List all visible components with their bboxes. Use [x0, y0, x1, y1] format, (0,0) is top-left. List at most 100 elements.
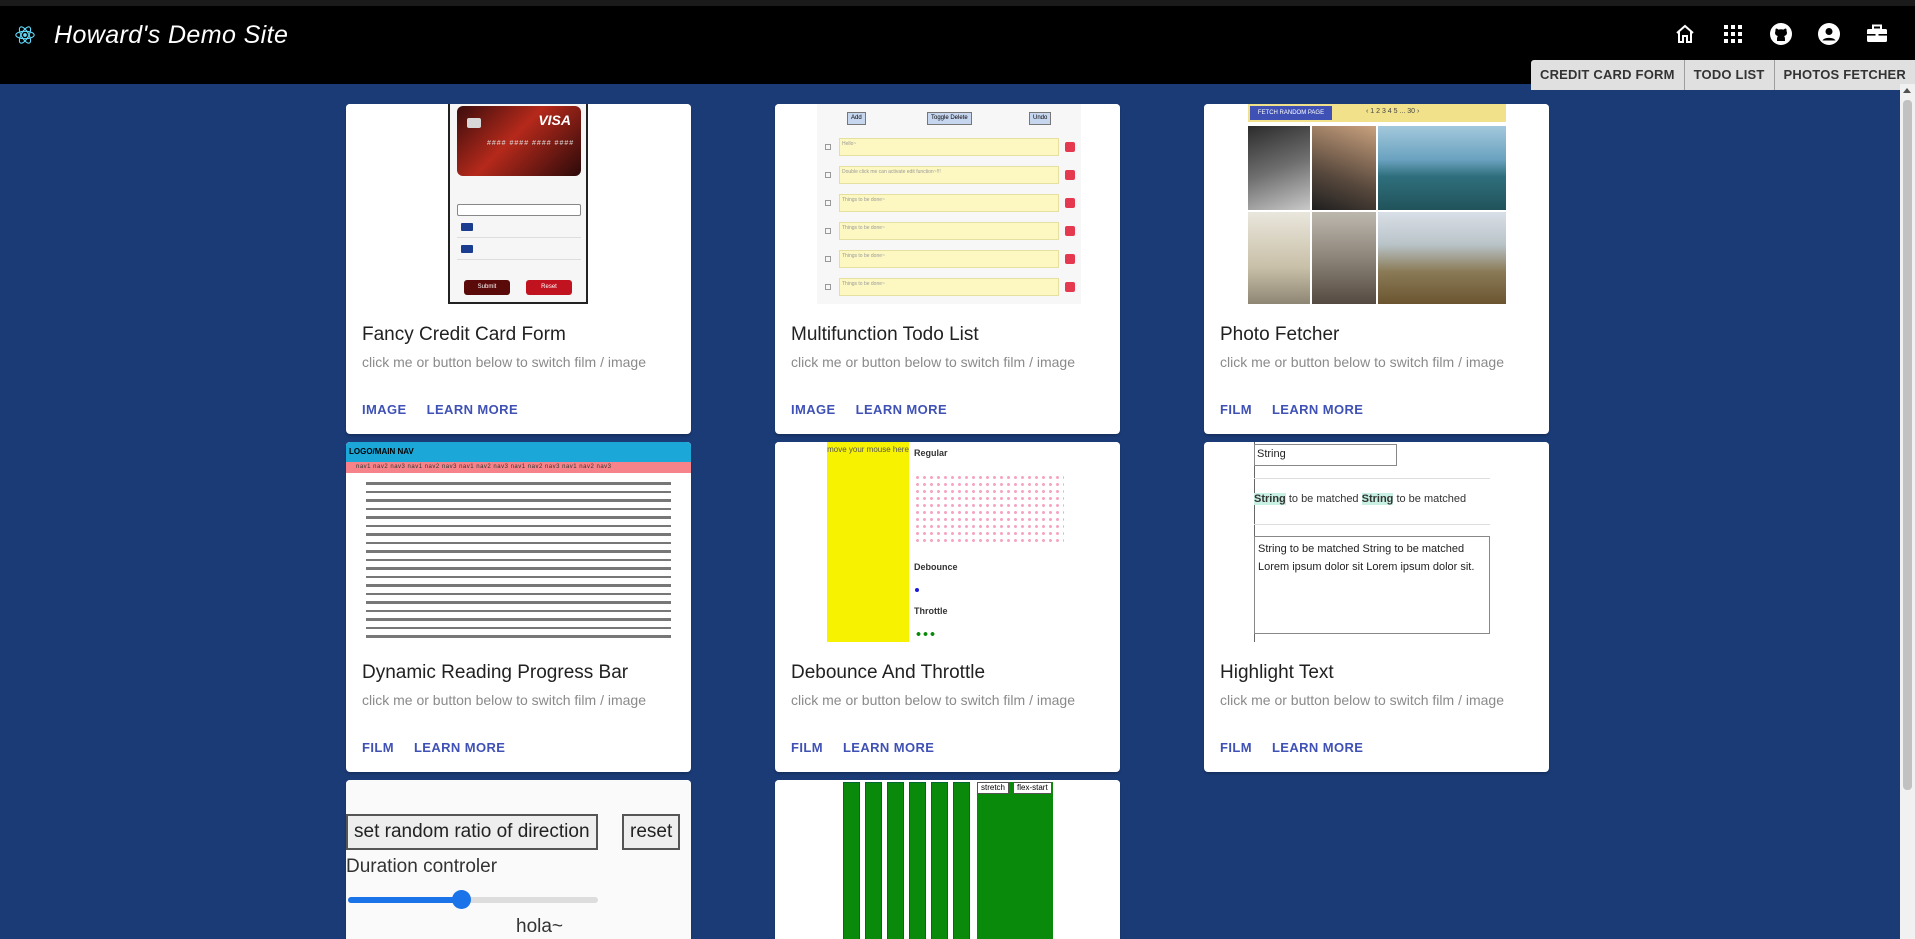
react-logo-icon	[15, 26, 35, 44]
card-description: click me or button below to switch film …	[1220, 692, 1504, 708]
project-card-flexbox[interactable]: stretch flex-start	[775, 780, 1120, 939]
toggle-media-button[interactable]: IMAGE	[354, 396, 415, 423]
account-circle-icon[interactable]	[1817, 22, 1841, 46]
card-title: Dynamic Reading Progress Bar	[362, 662, 629, 683]
flex-item	[865, 782, 882, 939]
todo-row: Hello~	[825, 136, 1075, 158]
card-description: click me or button below to switch film …	[1220, 354, 1504, 370]
delete-icon	[1065, 198, 1075, 208]
toggle-media-button[interactable]: FILM	[1212, 396, 1260, 423]
photo-laptop	[1248, 126, 1310, 210]
card-chip-icon	[467, 118, 481, 128]
tab-todo-list[interactable]: TODO LIST	[1683, 60, 1774, 90]
card-preview-highlight-text[interactable]: String String to be matched String to be…	[1204, 442, 1549, 642]
card-title: Debounce And Throttle	[791, 662, 986, 683]
card-preview-photo-fetcher[interactable]: FETCH RANDOM PAGE ‹ 1 2 3 4 5 ... 30 ›	[1204, 104, 1549, 304]
card-title: Fancy Credit Card Form	[362, 324, 566, 345]
flex-item	[931, 782, 948, 939]
highlight-textarea-preview: String to be matched String to be matche…	[1254, 536, 1490, 634]
reading-logo-nav: LOGO/MAIN NAV	[346, 442, 691, 462]
tab-photos-fetcher[interactable]: PHOTOS FETCHER	[1773, 60, 1915, 90]
regular-label: Regular	[914, 448, 948, 458]
project-card-todo-list[interactable]: Add Toggle Delete Undo Hello~ Double cli…	[775, 104, 1120, 434]
reset-button-preview: Reset	[526, 280, 572, 295]
card-preview-duration-controller[interactable]: set random ratio of direction reset Dura…	[346, 780, 691, 939]
learn-more-button[interactable]: LEARN MORE	[406, 734, 513, 761]
work-icon[interactable]	[1865, 22, 1889, 46]
highlighted-text-preview: String to be matched String to be matche…	[1254, 493, 1467, 505]
card-description: click me or button below to switch film …	[791, 692, 1075, 708]
toggle-media-button[interactable]: FILM	[783, 734, 831, 761]
card-number-preview: #### #### #### ####	[487, 140, 575, 147]
delete-icon	[1065, 226, 1075, 236]
scroll-up-arrow-icon[interactable]	[1903, 88, 1911, 93]
project-tabs: CREDIT CARD FORM TODO LIST PHOTOS FETCHE…	[1530, 60, 1915, 90]
duration-label: Duration controler	[346, 856, 498, 877]
project-card-reading-progress[interactable]: LOGO/MAIN NAV nav1 nav2 nav3 nav1 nav2 n…	[346, 442, 691, 772]
throttle-dots	[915, 632, 937, 636]
card-suggestion-row	[457, 218, 581, 238]
delete-icon	[1065, 254, 1075, 264]
duration-slider-fill	[348, 897, 461, 903]
card-preview-reading-progress[interactable]: LOGO/MAIN NAV nav1 nav2 nav3 nav1 nav2 n…	[346, 442, 691, 642]
project-card-highlight-text[interactable]: String String to be matched String to be…	[1204, 442, 1549, 772]
debounce-dot	[915, 588, 919, 592]
toggle-media-button[interactable]: FILM	[1212, 734, 1260, 761]
throttle-label: Throttle	[914, 606, 948, 616]
reading-nav-bar: nav1 nav2 nav3 nav1 nav2 nav3 nav1 nav2 …	[346, 462, 691, 473]
scrollbar-thumb[interactable]	[1903, 100, 1912, 790]
todo-row: Things to be done~	[825, 248, 1075, 270]
card-title: Highlight Text	[1220, 662, 1334, 683]
add-button-preview: Add	[847, 112, 866, 125]
photo-fog	[1248, 212, 1310, 304]
card-preview-todo-list[interactable]: Add Toggle Delete Undo Hello~ Double cli…	[775, 104, 1120, 304]
card-preview-flexbox[interactable]: stretch flex-start	[775, 780, 1120, 939]
tab-credit-card-form[interactable]: CREDIT CARD FORM	[1530, 60, 1684, 90]
photo-couple	[1378, 212, 1506, 304]
hola-text: hola~	[516, 916, 564, 937]
set-random-ratio-button[interactable]: set random ratio of direction	[346, 814, 598, 850]
project-card-duration-controller[interactable]: set random ratio of direction reset Dura…	[346, 780, 691, 939]
flex-start-button[interactable]: flex-start	[1013, 782, 1052, 794]
duration-slider-thumb[interactable]	[451, 890, 471, 909]
mouse-area-preview: move your mouse here	[827, 442, 909, 642]
learn-more-button[interactable]: LEARN MORE	[848, 396, 955, 423]
learn-more-button[interactable]: LEARN MORE	[1264, 396, 1371, 423]
github-icon[interactable]	[1769, 22, 1793, 46]
delete-icon	[1065, 170, 1075, 180]
toggle-media-button[interactable]: IMAGE	[783, 396, 844, 423]
photo-lake	[1378, 126, 1506, 210]
highlight-input-preview: String	[1254, 444, 1397, 466]
project-card-credit-card[interactable]: VISA #### #### #### #### Submit Reset Fa…	[346, 104, 691, 434]
submit-button-preview: Submit	[464, 280, 510, 295]
stretch-button[interactable]: stretch	[977, 782, 1010, 794]
flex-container	[977, 782, 1053, 939]
learn-more-button[interactable]: LEARN MORE	[835, 734, 942, 761]
card-title: Multifunction Todo List	[791, 324, 979, 345]
undo-button-preview: Undo	[1029, 112, 1052, 125]
card-preview-credit-card[interactable]: VISA #### #### #### #### Submit Reset	[346, 104, 691, 304]
flex-item	[909, 782, 926, 939]
reset-button[interactable]: reset	[622, 814, 681, 850]
delete-icon	[1065, 282, 1075, 292]
toggle-media-button[interactable]: FILM	[354, 734, 402, 761]
todo-row: Things to be done~	[825, 192, 1075, 214]
app-bar: Howard's Demo Site CREDIT CARD FORM TODO…	[0, 0, 1915, 90]
project-card-debounce-throttle[interactable]: move your mouse here Regular Debounce Th…	[775, 442, 1120, 772]
flex-item	[843, 782, 860, 939]
project-card-photo-fetcher[interactable]: FETCH RANDOM PAGE ‹ 1 2 3 4 5 ... 30 › P…	[1204, 104, 1549, 434]
learn-more-button[interactable]: LEARN MORE	[419, 396, 526, 423]
credit-card-graphic: VISA #### #### #### ####	[457, 106, 581, 176]
card-preview-debounce-throttle[interactable]: move your mouse here Regular Debounce Th…	[775, 442, 1120, 642]
apps-icon[interactable]	[1721, 22, 1745, 46]
card-suggestion-row	[457, 240, 581, 260]
reading-text-block	[366, 482, 671, 642]
photo-person-laptop	[1312, 126, 1376, 210]
fetch-random-page-button-preview: FETCH RANDOM PAGE	[1250, 106, 1332, 120]
card-description: click me or button below to switch film …	[791, 354, 1075, 370]
learn-more-button[interactable]: LEARN MORE	[1264, 734, 1371, 761]
card-number-field	[457, 204, 581, 216]
site-title[interactable]: Howard's Demo Site	[54, 21, 288, 50]
home-icon[interactable]	[1673, 22, 1697, 46]
todo-list-screenshot: Add Toggle Delete Undo Hello~ Double cli…	[817, 104, 1081, 304]
